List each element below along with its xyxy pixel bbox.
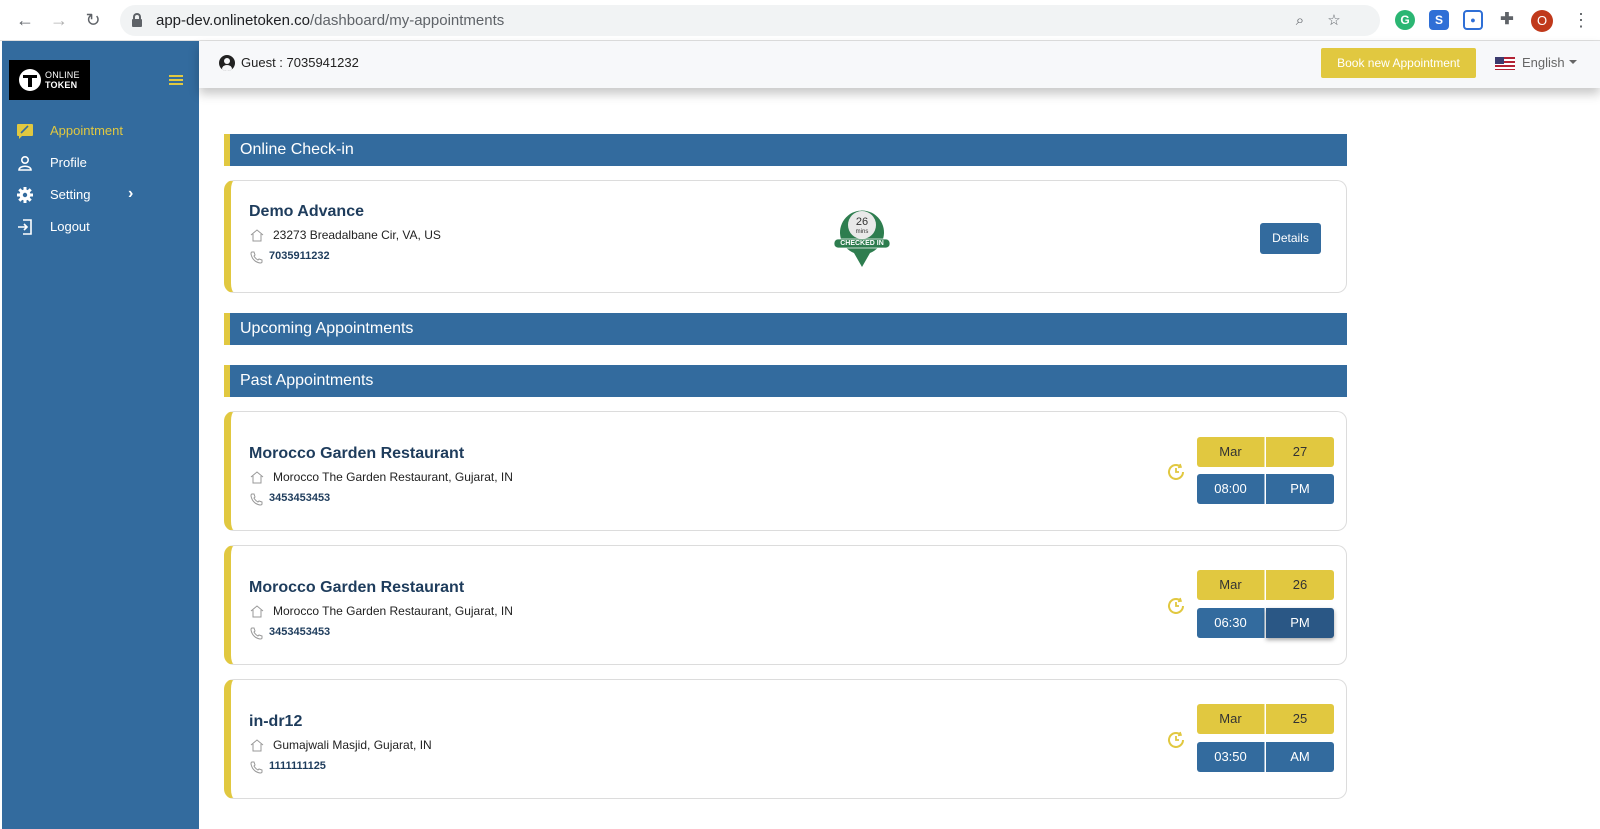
date-day: 25 [1266,704,1334,734]
business-phone[interactable]: 1111111125 [269,760,326,772]
gear-icon [17,187,33,203]
past-appointment-card: Morocco Garden Restaurant Morocco The Ga… [224,411,1347,531]
phone-icon [250,493,263,506]
time-value: 03:50 [1197,742,1265,772]
top-header: Guest : 7035941232 Book new Appointment … [199,41,1600,88]
time-value: 08:00 [1197,474,1265,504]
url-path: /dashboard/my-appointments [310,12,505,29]
business-phone[interactable]: 3453453453 [269,492,330,504]
sidebar-item-setting[interactable]: Setting › [2,180,199,210]
sidebar-item-profile[interactable]: Profile [2,148,199,178]
section-upcoming-appointments: Upcoming Appointments [224,313,1347,345]
url-host: app-dev.onlinetoken.co [156,12,310,29]
past-appointment-card: in-dr12 Gumajwali Masjid, Gujarat, IN 11… [224,679,1347,799]
time-ampm: PM [1266,608,1334,638]
sidebar-item-label: Profile [50,155,87,170]
extensions-puzzle-icon[interactable]: ✚ [1497,10,1517,30]
date-month: Mar [1197,437,1265,467]
logout-icon [18,219,32,235]
logo[interactable]: ONLINE TOKEN [9,60,90,100]
clock-history-icon [1168,731,1184,748]
phone-icon [250,627,263,640]
reload-icon[interactable]: ↻ [82,9,104,31]
chevron-right-icon: › [128,185,134,202]
caret-down-icon[interactable] [1569,60,1577,64]
logo-line-2: TOKEN [45,80,78,90]
section-online-checkin: Online Check-in [224,134,1347,166]
sidebar-item-appointment[interactable]: Appointment [2,116,199,146]
profile-avatar[interactable]: O [1531,10,1553,32]
clock-history-icon [1168,597,1184,614]
sidebar-item-label: Logout [50,219,90,234]
sidebar-item-logout[interactable]: Logout [2,212,199,242]
time-ampm: AM [1266,742,1334,772]
book-new-appointment-button[interactable]: Book new Appointment [1321,48,1476,78]
checked-in-badge: 26 mins CHECKED IN [832,203,892,269]
business-address: Morocco The Garden Restaurant, Gujarat, … [273,470,513,484]
s-extension-icon[interactable]: S [1429,10,1449,30]
past-appointment-card: Morocco Garden Restaurant Morocco The Ga… [224,545,1347,665]
time-ampm: PM [1266,474,1334,504]
user-circle-icon [219,55,235,71]
date-day: 26 [1266,570,1334,600]
us-flag-icon [1495,57,1515,70]
forward-icon[interactable]: → [48,9,70,31]
back-icon[interactable]: ← [14,9,36,31]
section-title: Upcoming Appointments [240,320,414,337]
details-button[interactable]: Details [1260,223,1321,254]
date-day: 27 [1266,437,1334,467]
home-icon [250,605,264,618]
browser-toolbar: ← → ↻ app-dev.onlinetoken.co/dashboard/m… [0,0,1600,41]
appointment-icon [17,124,33,139]
phone-icon [250,251,263,264]
business-phone[interactable]: 3453453453 [269,626,330,638]
date-month: Mar [1197,704,1265,734]
sidebar-item-label: Appointment [50,123,123,138]
map-pin-icon [833,203,891,267]
checkin-card: Demo Advance 23273 Breadalbane Cir, VA, … [224,180,1347,293]
grammarly-extension-icon[interactable]: G [1395,10,1415,30]
section-past-appointments: Past Appointments [224,365,1347,397]
home-icon [250,471,264,484]
business-name: Demo Advance [249,203,364,220]
guest-label: Guest : 7035941232 [241,55,359,70]
clock-history-icon [1168,463,1184,480]
business-address: Gumajwali Masjid, Gujarat, IN [273,738,432,752]
wait-value: 26 [855,216,869,228]
browser-menu-icon[interactable]: ⋮ [1572,10,1590,30]
address-bar[interactable]: app-dev.onlinetoken.co/dashboard/my-appo… [120,5,1380,36]
logo-line-1: ONLINE [45,70,80,80]
url-text: app-dev.onlinetoken.co/dashboard/my-appo… [156,12,504,29]
person-icon [18,155,32,171]
business-address: Morocco The Garden Restaurant, Gujarat, … [273,604,513,618]
home-icon [250,739,264,752]
wait-unit: mins [855,229,869,235]
logo-text: ONLINE TOKEN [45,70,80,90]
logo-mark-icon [19,69,41,91]
sidebar: ONLINE TOKEN Appointment Profile Setting… [2,41,199,829]
section-title: Past Appointments [240,372,374,389]
date-month: Mar [1197,570,1265,600]
business-name: Morocco Garden Restaurant [249,445,465,462]
zoom-icon[interactable]: ⌕ [1292,13,1308,29]
bookmark-star-icon[interactable]: ☆ [1326,13,1342,29]
checked-in-label: CHECKED IN [840,240,884,247]
sidebar-item-label: Setting [50,187,91,202]
business-name: in-dr12 [249,713,303,730]
section-title: Online Check-in [240,141,354,158]
hamburger-menu-icon[interactable] [169,75,183,85]
screen-capture-extension-icon[interactable]: ● [1463,10,1483,30]
home-icon [250,229,264,242]
time-value: 06:30 [1197,608,1265,638]
language-selector[interactable]: English [1522,55,1565,70]
business-phone[interactable]: 7035911232 [269,250,330,262]
business-address: 23273 Breadalbane Cir, VA, US [273,228,441,242]
business-name: Morocco Garden Restaurant [249,579,465,596]
lock-icon [132,13,142,27]
phone-icon [250,761,263,774]
